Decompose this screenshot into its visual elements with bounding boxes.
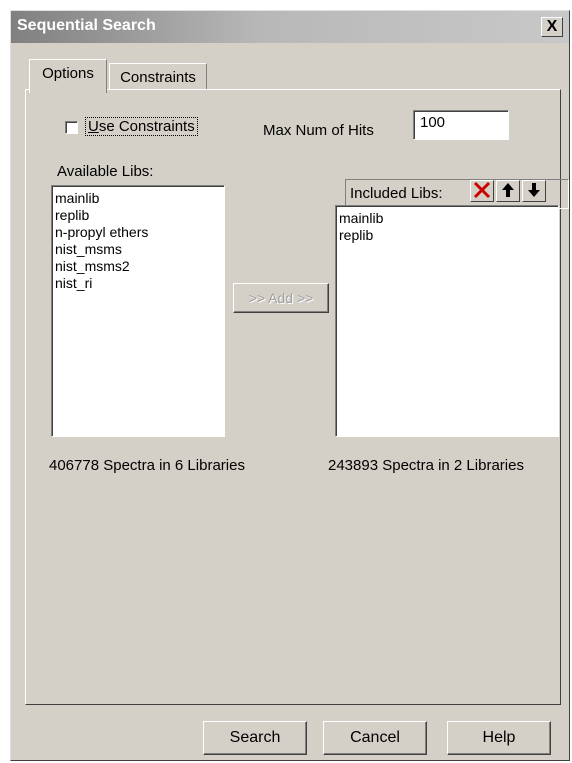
max-hits-input[interactable]: 100: [413, 110, 509, 140]
use-constraints-checkbox[interactable]: [65, 121, 78, 134]
list-item[interactable]: mainlib: [55, 190, 221, 207]
cancel-button[interactable]: Cancel: [323, 721, 427, 755]
arrow-down-icon[interactable]: [522, 180, 546, 202]
delete-x-icon[interactable]: [470, 180, 494, 202]
available-libs-list[interactable]: mainlib replib n-propyl ethers nist_msms…: [51, 185, 225, 437]
use-constraints-focus: Use Constraints: [85, 117, 198, 136]
list-item[interactable]: nist_msms2: [55, 258, 221, 275]
included-libs-label: Included Libs:: [350, 185, 443, 202]
add-button[interactable]: >> Add >>: [233, 283, 329, 313]
search-button[interactable]: Search: [203, 721, 307, 755]
available-summary: 406778 Spectra in 6 Libraries: [49, 457, 245, 474]
close-button[interactable]: X: [541, 17, 563, 37]
list-item[interactable]: nist_msms: [55, 241, 221, 258]
included-summary: 243893 Spectra in 2 Libraries: [328, 457, 524, 474]
sequential-search-dialog: Sequential Search X Options Constraints …: [10, 10, 570, 761]
list-item[interactable]: replib: [55, 207, 221, 224]
tab-options[interactable]: Options: [29, 59, 107, 93]
list-item[interactable]: mainlib: [339, 210, 555, 227]
delete-x-glyph: [473, 181, 491, 199]
available-libs-label: Available Libs:: [57, 163, 154, 180]
included-libs-list[interactable]: mainlib replib: [335, 205, 559, 437]
help-button[interactable]: Help: [447, 721, 551, 755]
list-item[interactable]: nist_ri: [55, 275, 221, 292]
arrow-up-glyph: [502, 183, 514, 197]
list-item[interactable]: n-propyl ethers: [55, 224, 221, 241]
use-constraints-accelerator: U: [88, 118, 99, 135]
window-title: Sequential Search: [17, 17, 156, 34]
list-item[interactable]: replib: [339, 227, 555, 244]
use-constraints-label[interactable]: Use Constraints: [85, 117, 198, 136]
title-bar: Sequential Search X: [11, 11, 569, 43]
arrow-up-icon[interactable]: [496, 180, 520, 202]
use-constraints-text: se Constraints: [98, 118, 195, 135]
max-hits-label: Max Num of Hits: [263, 122, 374, 139]
arrow-down-glyph: [528, 183, 540, 197]
